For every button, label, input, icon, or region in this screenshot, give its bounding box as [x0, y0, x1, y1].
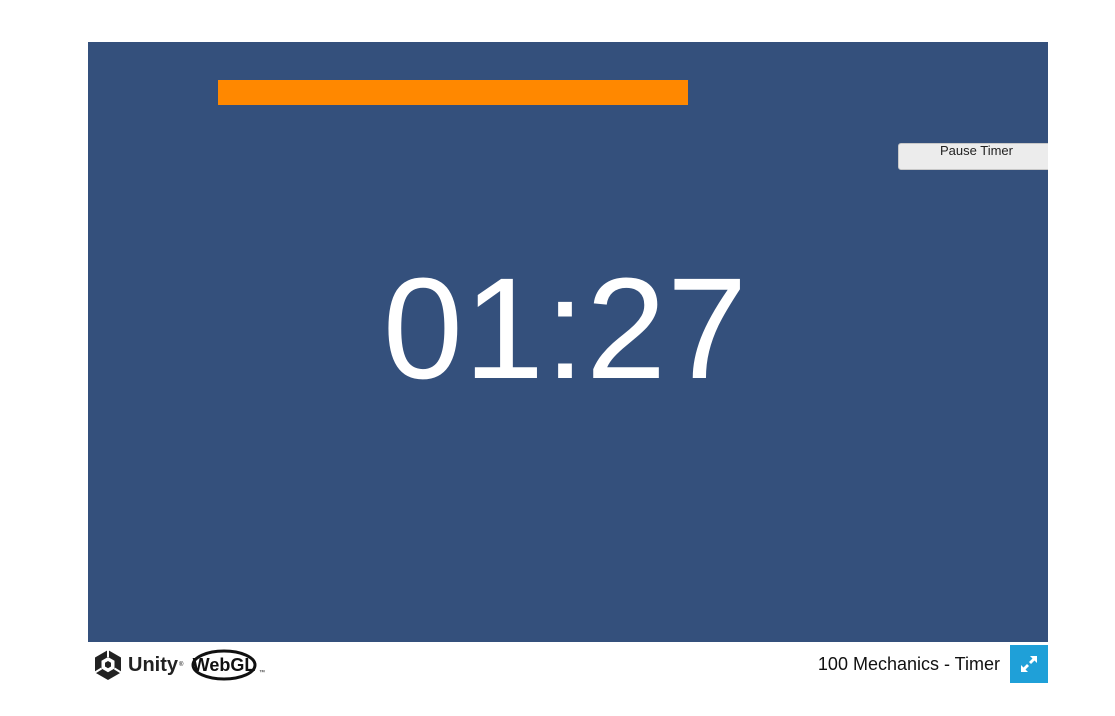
unity-webgl-logo: Unity ® WebGL ™ [92, 647, 267, 683]
webgl-logo: WebGL ™ [191, 649, 265, 681]
webgl-player-page: Pause Timer 01:27 Unity ® WebGL ™ 100 Mec… [0, 0, 1115, 716]
timer-progress-fill [218, 80, 688, 105]
pause-timer-button[interactable]: Pause Timer [898, 143, 1048, 170]
timer-progress-bar [218, 80, 889, 105]
game-canvas[interactable]: Pause Timer 01:27 [88, 42, 1048, 642]
fullscreen-button[interactable] [1010, 645, 1048, 683]
webgl-wordmark: WebGL [193, 655, 256, 675]
countdown-timer-display: 01:27 [382, 248, 749, 409]
unity-cube-icon [94, 650, 122, 680]
pause-timer-label: Pause Timer [940, 143, 1013, 158]
expand-arrows-icon [1021, 656, 1037, 672]
game-title: 100 Mechanics - Timer [817, 654, 1000, 674]
unity-wordmark: Unity [128, 653, 178, 676]
player-footer: Unity ® WebGL ™ 100 Mechanics - Timer [88, 642, 1048, 688]
svg-text:™: ™ [259, 669, 265, 676]
